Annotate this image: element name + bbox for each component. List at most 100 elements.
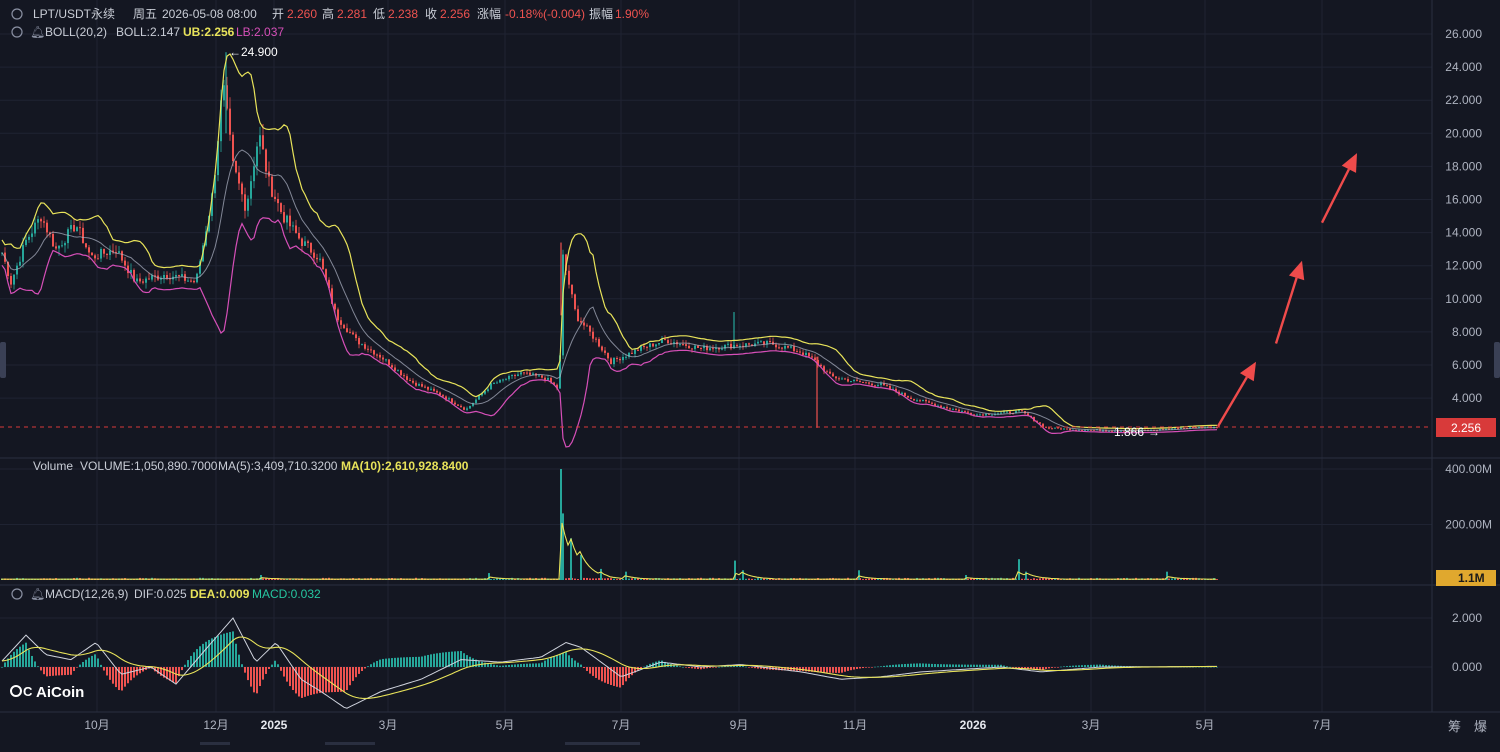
macd-histogram-bar (934, 664, 936, 667)
candle-body (502, 379, 504, 381)
candle-body (430, 388, 432, 390)
bell-icon[interactable]: 🔔︎ (30, 25, 45, 39)
candle-body (259, 135, 261, 147)
macd-histogram-bar (1048, 667, 1050, 669)
macd-histogram-bar (73, 667, 75, 671)
candle-body (487, 389, 489, 392)
candle-body (778, 347, 780, 349)
macd-histogram-bar (892, 664, 894, 667)
candle-body (379, 354, 381, 358)
macd-histogram-bar (25, 642, 27, 667)
volume-bar (262, 578, 264, 580)
volume-bar (589, 578, 591, 580)
candle-body (283, 212, 285, 223)
macd-histogram-bar (706, 667, 708, 669)
candle-body (313, 252, 315, 258)
price-axis-tick: 22.000 (1445, 93, 1482, 107)
candle-body (568, 270, 570, 285)
change-label: 涨幅 (477, 6, 501, 21)
kline-chart[interactable]: 26.000 24.000 22.000 20.000 18.000 16.000 14.0… (0, 0, 1500, 747)
logo-mark: C (23, 684, 33, 699)
candle-body (814, 357, 816, 360)
volume-bar (760, 578, 762, 580)
macd-histogram-bar (835, 667, 837, 673)
macd-histogram-bar (679, 666, 681, 667)
candle-body (103, 249, 105, 254)
macd-histogram-bar (109, 667, 111, 680)
macd-histogram-bar (127, 667, 129, 684)
candle-body (727, 343, 729, 345)
macd-histogram-bar (364, 667, 366, 669)
chart-root[interactable]: 26.000 24.000 22.000 20.000 18.000 16.000 14.0… (0, 0, 1500, 747)
candle-body (904, 392, 906, 396)
right-panel-handle[interactable] (1494, 342, 1500, 378)
liquidation-button[interactable]: 爆 (1474, 719, 1487, 734)
candle-body (874, 385, 876, 387)
macd-histogram-bar (439, 652, 441, 667)
boll-mid: BOLL:2.147 (116, 25, 180, 39)
bell-icon[interactable]: 🔔︎ (30, 587, 45, 601)
candle-body (649, 343, 651, 348)
candle-body (58, 245, 60, 249)
macd-histogram-bar (850, 667, 852, 671)
candle-body (859, 380, 861, 382)
macd-histogram-bar (877, 666, 879, 668)
macd-histogram-bar (214, 636, 216, 667)
candle-body (637, 349, 639, 351)
candle-body (1018, 410, 1020, 412)
candle-body (547, 378, 549, 380)
candle-body (856, 379, 858, 381)
macd-histogram-bar (613, 667, 615, 686)
price-axis-tick: 26.000 (1445, 27, 1482, 41)
macd-histogram-bar (82, 662, 84, 667)
chips-button[interactable]: 筹 (1448, 719, 1461, 734)
macd-histogram-bar (478, 660, 480, 667)
time-scroll-marker (565, 742, 640, 745)
macd-histogram-bar (46, 667, 48, 677)
candle-body (958, 409, 960, 412)
left-panel-handle[interactable] (0, 342, 6, 378)
macd-histogram-bar (310, 667, 312, 695)
macd-histogram-bar (1075, 665, 1077, 667)
macd-histogram-bar (274, 660, 276, 667)
macd-histogram-bar (418, 656, 420, 667)
time-scroll-marker (325, 742, 375, 745)
macd-histogram-bar (352, 667, 354, 681)
volume-axis-tick: 200.00M (1445, 518, 1492, 532)
candle-body (364, 344, 366, 349)
candle-body (919, 400, 921, 402)
macd-histogram-bar (841, 667, 843, 673)
macd-histogram-bar (346, 667, 348, 691)
macd-histogram-bar (19, 646, 21, 667)
candle-body (928, 401, 930, 403)
volume-bar (490, 579, 492, 580)
candle-body (811, 356, 813, 358)
candle-body (385, 359, 387, 361)
macd-histogram-bar (628, 667, 630, 679)
macd-histogram-bar (31, 655, 33, 667)
macd-name: MACD(12,26,9) (45, 587, 128, 601)
candle-body (451, 398, 453, 403)
volume-bar (862, 579, 864, 580)
candle-body (262, 135, 264, 150)
max-price-label: 24.900 (241, 45, 278, 59)
macd-histogram-bar (901, 664, 903, 667)
time-axis-label: 3月 (1082, 718, 1101, 732)
macd-histogram-bar (562, 652, 564, 667)
candle-body (691, 348, 693, 350)
volume-bar (1027, 578, 1029, 580)
volume-bar (754, 579, 756, 580)
amplitude-value: 1.90% (615, 7, 649, 21)
candle-body (583, 322, 585, 326)
candle-body (301, 238, 303, 246)
candle-body (271, 176, 273, 197)
candle-body (232, 134, 234, 162)
candle-body (781, 347, 783, 349)
macd-histogram-bar (880, 666, 882, 667)
candle-body (952, 409, 954, 411)
volume-bar (595, 578, 597, 580)
candle-body (802, 352, 804, 355)
volume-spike-bar (600, 568, 602, 580)
volume-spike-bar (580, 555, 582, 580)
volume-bar (766, 579, 768, 580)
